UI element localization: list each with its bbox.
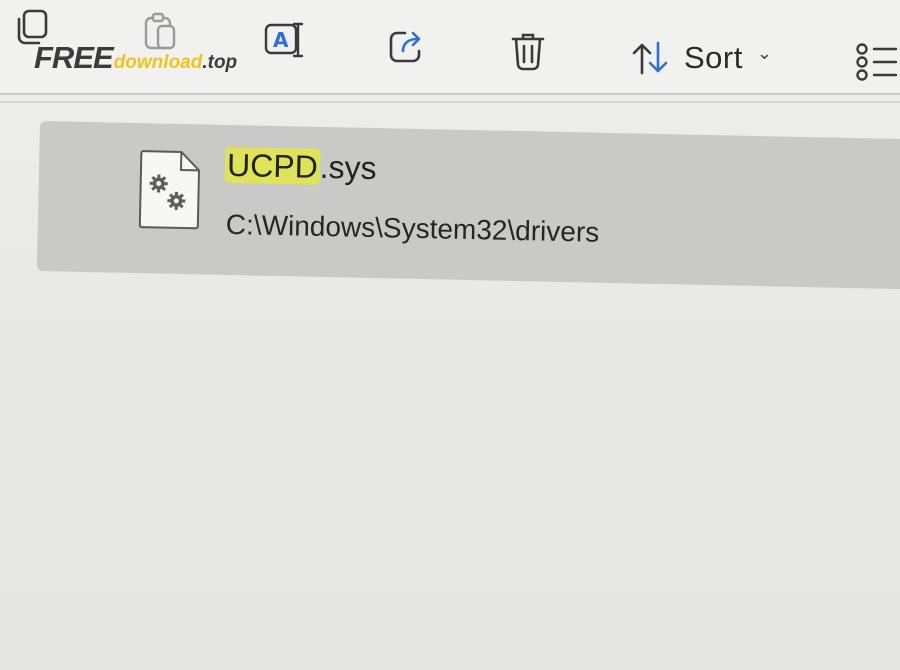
command-bar: A Sort ⌄ FREE download .top [0, 0, 900, 92]
rename-button[interactable]: A [262, 18, 310, 62]
watermark-download: download [113, 52, 203, 73]
file-name: UCPD.sys [224, 146, 378, 187]
system-file-gear-icon [138, 149, 204, 235]
file-path: C:\Windows\System32\drivers [225, 208, 600, 248]
share-icon [389, 31, 421, 63]
file-extension: .sys [319, 148, 378, 187]
sort-arrows-icon [632, 41, 668, 75]
file-explorer-window: A Sort ⌄ FREE download .top UCPD.sys C:\… [0, 0, 900, 670]
search-match-highlight: UCPD [224, 146, 321, 185]
delete-button[interactable] [506, 28, 550, 74]
trash-icon [511, 33, 545, 71]
toolbar-divider [0, 93, 900, 103]
sort-label: Sort [684, 40, 743, 75]
chevron-down-icon: ⌄ [756, 42, 772, 63]
svg-text:A: A [273, 28, 289, 52]
watermark-free: FREE [34, 40, 114, 75]
watermark-logo: FREE download .top [34, 40, 238, 75]
watermark-top: .top [202, 52, 238, 73]
view-list-icon [856, 43, 898, 81]
sort-button[interactable]: Sort ⌄ [630, 34, 772, 82]
share-button[interactable] [384, 24, 430, 68]
rename-icon: A [264, 22, 304, 58]
search-result-item[interactable]: UCPD.sys C:\Windows\System32\drivers [36, 121, 900, 290]
view-options-button[interactable] [852, 40, 900, 84]
